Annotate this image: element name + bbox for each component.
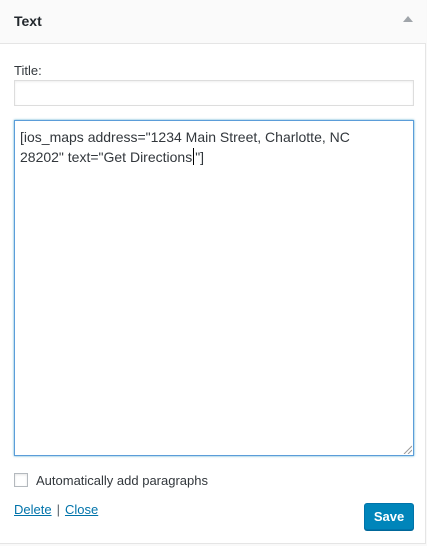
widget-title: Text xyxy=(14,13,42,29)
content-text: [ios_maps address="1234 Main Street, Cha… xyxy=(20,127,408,167)
content-textarea[interactable]: [ios_maps address="1234 Main Street, Cha… xyxy=(14,120,414,456)
content-line-1: [ios_maps address="1234 Main Street, Cha… xyxy=(20,129,350,145)
resize-grip-icon[interactable] xyxy=(402,444,412,454)
title-input[interactable] xyxy=(14,80,414,106)
close-link[interactable]: Close xyxy=(65,502,98,517)
collapse-toggle-icon[interactable] xyxy=(403,16,413,22)
widget-controls: Delete | Close xyxy=(14,502,98,517)
content-line-2-start: 28202" text="Get Directions xyxy=(20,149,193,165)
autop-checkbox[interactable] xyxy=(14,473,28,487)
delete-link[interactable]: Delete xyxy=(14,502,52,517)
autop-label[interactable]: Automatically add paragraphs xyxy=(36,473,208,488)
content-line-2-end: "] xyxy=(195,149,205,165)
autop-option: Automatically add paragraphs xyxy=(14,471,208,489)
controls-separator: | xyxy=(56,502,60,517)
title-label: Title: xyxy=(14,63,42,78)
save-button[interactable]: Save xyxy=(364,503,414,530)
text-widget: Text Title: [ios_maps address="1234 Main… xyxy=(0,0,426,544)
widget-header[interactable]: Text xyxy=(0,0,426,44)
